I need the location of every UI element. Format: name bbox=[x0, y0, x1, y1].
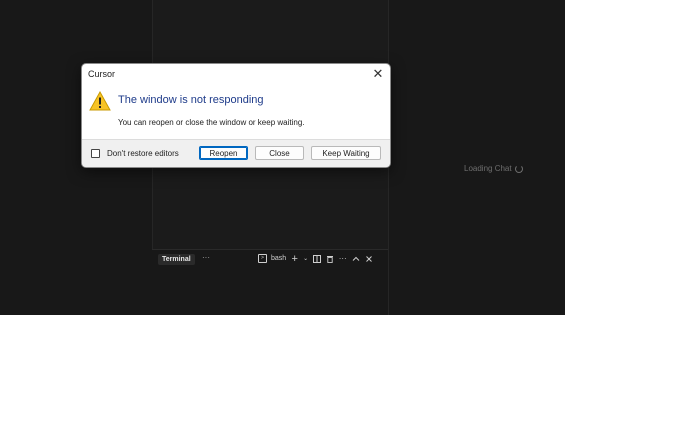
shell-name[interactable]: bash bbox=[271, 255, 286, 262]
dont-restore-editors-label[interactable]: Don't restore editors bbox=[107, 149, 179, 158]
warning-icon bbox=[89, 91, 111, 111]
dont-restore-editors-option[interactable]: Don't restore editors bbox=[91, 149, 179, 158]
dialog-footer: Don't restore editors Reopen Close Keep … bbox=[82, 139, 390, 167]
tab-terminal[interactable]: Terminal bbox=[158, 254, 195, 265]
plus-icon[interactable]: + bbox=[290, 253, 299, 265]
terminal-panel: Terminal ··· > bash + ⌄ ··· bbox=[152, 249, 388, 315]
close-icon[interactable] bbox=[364, 254, 373, 263]
dialog-message: You can reopen or close the window or ke… bbox=[118, 118, 305, 127]
trash-icon[interactable] bbox=[325, 254, 334, 263]
keep-waiting-button[interactable]: Keep Waiting bbox=[311, 146, 381, 160]
loading-chat-indicator: Loading Chat bbox=[464, 164, 523, 173]
terminal-icon[interactable]: > bbox=[258, 254, 267, 263]
terminal-toolbar: Terminal ··· > bash + ⌄ ··· bbox=[152, 253, 388, 267]
dont-restore-editors-checkbox[interactable] bbox=[91, 149, 100, 158]
dialog-titlebar: Cursor ✕ bbox=[82, 64, 390, 84]
close-icon[interactable]: ✕ bbox=[370, 66, 386, 82]
chevron-up-icon[interactable] bbox=[351, 254, 360, 263]
more-icon[interactable]: ··· bbox=[338, 254, 347, 263]
spinner-icon bbox=[514, 164, 523, 173]
dialog-title: Cursor bbox=[88, 69, 116, 79]
dialog-heading: The window is not responding bbox=[118, 94, 264, 106]
terminal-actions: > bash + ⌄ ··· bbox=[258, 253, 373, 265]
chevron-down-icon[interactable]: ⌄ bbox=[303, 254, 308, 263]
reopen-button[interactable]: Reopen bbox=[199, 146, 248, 160]
split-icon[interactable] bbox=[312, 254, 321, 263]
panel-more-button[interactable]: ··· bbox=[202, 253, 210, 262]
loading-chat-label: Loading Chat bbox=[464, 164, 512, 173]
close-button[interactable]: Close bbox=[255, 146, 304, 160]
chat-panel bbox=[389, 0, 565, 315]
not-responding-dialog: Cursor ✕ The window is not responding Yo… bbox=[81, 63, 391, 168]
